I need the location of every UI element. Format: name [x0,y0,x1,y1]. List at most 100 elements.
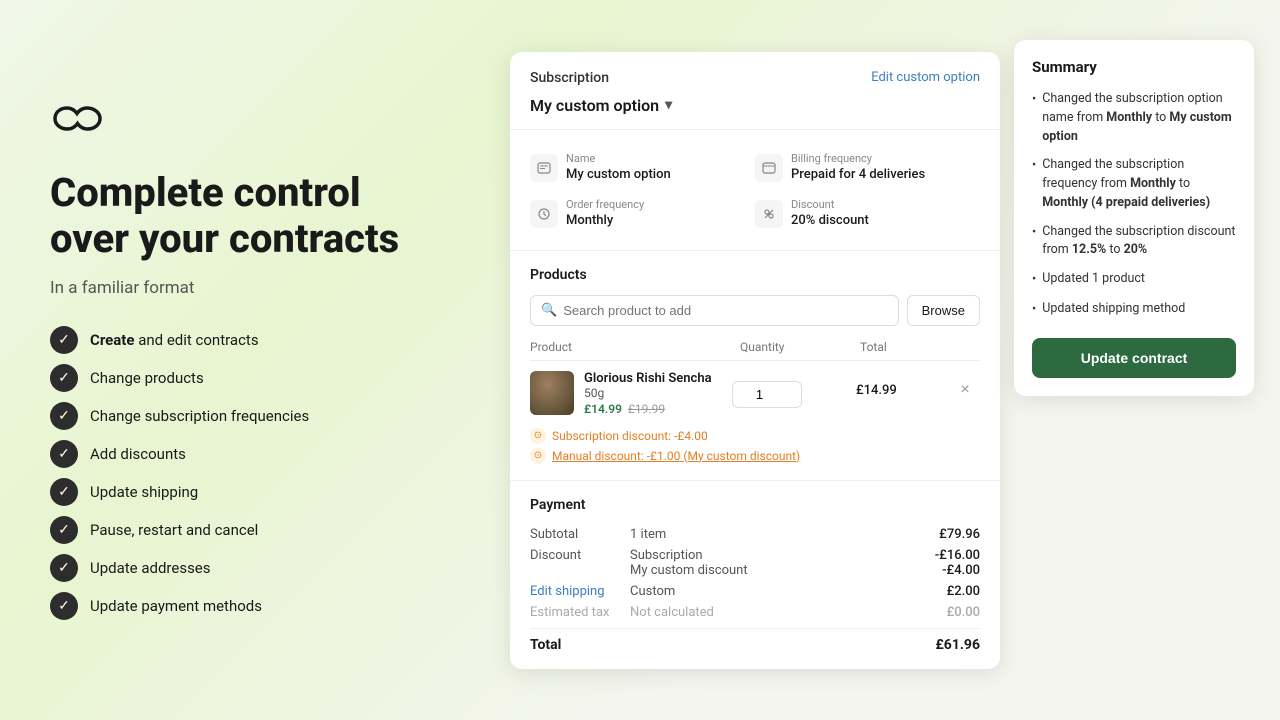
order-freq-icon [530,200,558,228]
order-value: Monthly [566,213,644,228]
subscription-label: Subscription [530,70,609,86]
check-icon-addresses: ✓ [50,554,78,582]
feature-label-payment: Update payment methods [90,597,262,615]
discount-rows: ⊙ Subscription discount: -£4.00 ⊙ Manual… [530,416,980,464]
feature-item-addresses: ✓ Update addresses [50,554,460,582]
payment-divider [530,628,980,629]
feature-label-products: Change products [90,369,204,387]
hero-subtitle: In a familiar format [50,278,460,298]
summary-card: Summary • Changed the subscription optio… [1014,40,1254,396]
feature-label-shipping: Update shipping [90,483,198,501]
feature-item-discounts: ✓ Add discounts [50,440,460,468]
payment-section: Payment Subtotal 1 item £79.96 Discount … [510,481,1000,669]
summary-text-0: Changed the subscription option name fro… [1042,90,1236,146]
subscription-discount-row: ⊙ Subscription discount: -£4.00 [530,428,980,444]
feature-label-freq: Change subscription frequencies [90,407,309,425]
check-icon-create: ✓ [50,326,78,354]
subscription-card: Subscription Edit custom option My custo… [510,52,1000,669]
product-prices: £14.99 £19.99 [584,402,712,416]
feature-label-addresses: Update addresses [90,559,211,577]
search-input[interactable] [563,296,887,325]
summary-title: Summary [1032,58,1236,76]
subscription-discount-text: Subscription discount: -£4.00 [552,429,708,443]
order-label: Order frequency [566,198,644,211]
bullet-4: • [1032,301,1036,320]
summary-text-1: Changed the subscription frequency from … [1042,156,1236,212]
subscription-header: Subscription Edit custom option My custo… [510,52,1000,130]
browse-button[interactable]: Browse [907,295,980,326]
payment-shipping-row: Edit shipping Custom £2.00 [530,584,980,599]
field-name: Name My custom option [530,144,755,190]
discount-field-content: Discount 20% discount [791,198,869,228]
logo [50,101,460,140]
shipping-desc: Custom [630,584,920,599]
feature-item-freq: ✓ Change subscription frequencies [50,402,460,430]
billing-value: Prepaid for 4 deliveries [791,167,925,182]
billing-field-content: Billing frequency Prepaid for 4 deliveri… [791,152,925,182]
product-variant: 50g [584,386,712,400]
name-field-content: Name My custom option [566,152,671,182]
summary-text-3: Updated 1 product [1042,270,1145,289]
check-icon-payment: ✓ [50,592,78,620]
col-quantity: Quantity [740,340,860,354]
chevron-down-icon: ▾ [665,97,672,113]
payment-total-row: Total £61.96 [530,637,980,653]
product-image [530,371,574,415]
summary-item-1: • Changed the subscription frequency fro… [1032,156,1236,212]
feature-item-pause: ✓ Pause, restart and cancel [50,516,460,544]
feature-item-payment: ✓ Update payment methods [50,592,460,620]
price-current: £14.99 [584,402,622,416]
left-panel: Complete control over your contracts In … [0,61,510,660]
check-icon-pause: ✓ [50,516,78,544]
feature-list: ✓ Create and edit contracts ✓ Change pro… [50,326,460,620]
bullet-2: • [1032,224,1036,243]
feature-label-discounts: Add discounts [90,445,186,463]
product-info: Glorious Rishi Sencha 50g £14.99 £19.99 [530,371,728,416]
check-icon-freq: ✓ [50,402,78,430]
edit-custom-option-link[interactable]: Edit custom option [871,70,980,85]
check-icon-products: ✓ [50,364,78,392]
products-section: Products 🔍 Browse Product Quantity Total [510,251,1000,481]
col-product: Product [530,340,740,354]
manual-discount-row: ⊙ Manual discount: -£1.00 (My custom dis… [530,448,980,464]
field-billing: Billing frequency Prepaid for 4 deliveri… [755,144,980,190]
quantity-input[interactable] [732,381,802,408]
discount-desc-group: Subscription My custom discount [630,548,920,578]
name-label: Name [566,152,671,165]
payment-discount-row: Discount Subscription My custom discount… [530,548,980,578]
payment-subtotal-row: Subtotal 1 item £79.96 [530,527,980,542]
summary-item-2: • Changed the subscription discount from… [1032,223,1236,261]
selected-option-label: My custom option [530,96,659,115]
subscription-discount-icon: ⊙ [530,428,546,444]
product-table-header: Product Quantity Total [530,340,980,361]
manual-discount-icon: ⊙ [530,448,546,464]
products-title: Products [530,267,980,283]
price-original: £19.99 [628,402,665,416]
summary-text-4: Updated shipping method [1042,300,1185,319]
order-field-content: Order frequency Monthly [566,198,644,228]
name-icon [530,154,558,182]
col-total: Total [860,340,950,354]
search-icon: 🔍 [541,303,557,318]
tax-amount: £0.00 [920,605,980,620]
search-input-wrap[interactable]: 🔍 [530,295,899,326]
product-quantity-wrap [732,371,852,408]
update-contract-button[interactable]: Update contract [1032,338,1236,378]
discount-row-label: Discount [530,548,610,578]
option-selector[interactable]: My custom option ▾ [530,96,980,115]
subtotal-amount: £79.96 [920,527,980,542]
summary-item-0: • Changed the subscription option name f… [1032,90,1236,146]
discount-amounts: -£16.00 -£4.00 [920,548,980,578]
feature-label-pause: Pause, restart and cancel [90,521,258,539]
tax-desc: Not calculated [630,605,920,620]
check-icon-discounts: ✓ [50,440,78,468]
feature-item-create: ✓ Create and edit contracts [50,326,460,354]
subtotal-desc: 1 item [630,527,920,542]
manual-discount-link[interactable]: Manual discount: -£1.00 (My custom disco… [552,449,800,463]
product-row: Glorious Rishi Sencha 50g £14.99 £19.99 … [530,371,980,416]
remove-product-button[interactable]: × [950,381,980,399]
name-value: My custom option [566,167,671,182]
tax-label: Estimated tax [530,605,610,620]
edit-shipping-link[interactable]: Edit shipping [530,584,610,599]
payment-tax-row: Estimated tax Not calculated £0.00 [530,605,980,620]
